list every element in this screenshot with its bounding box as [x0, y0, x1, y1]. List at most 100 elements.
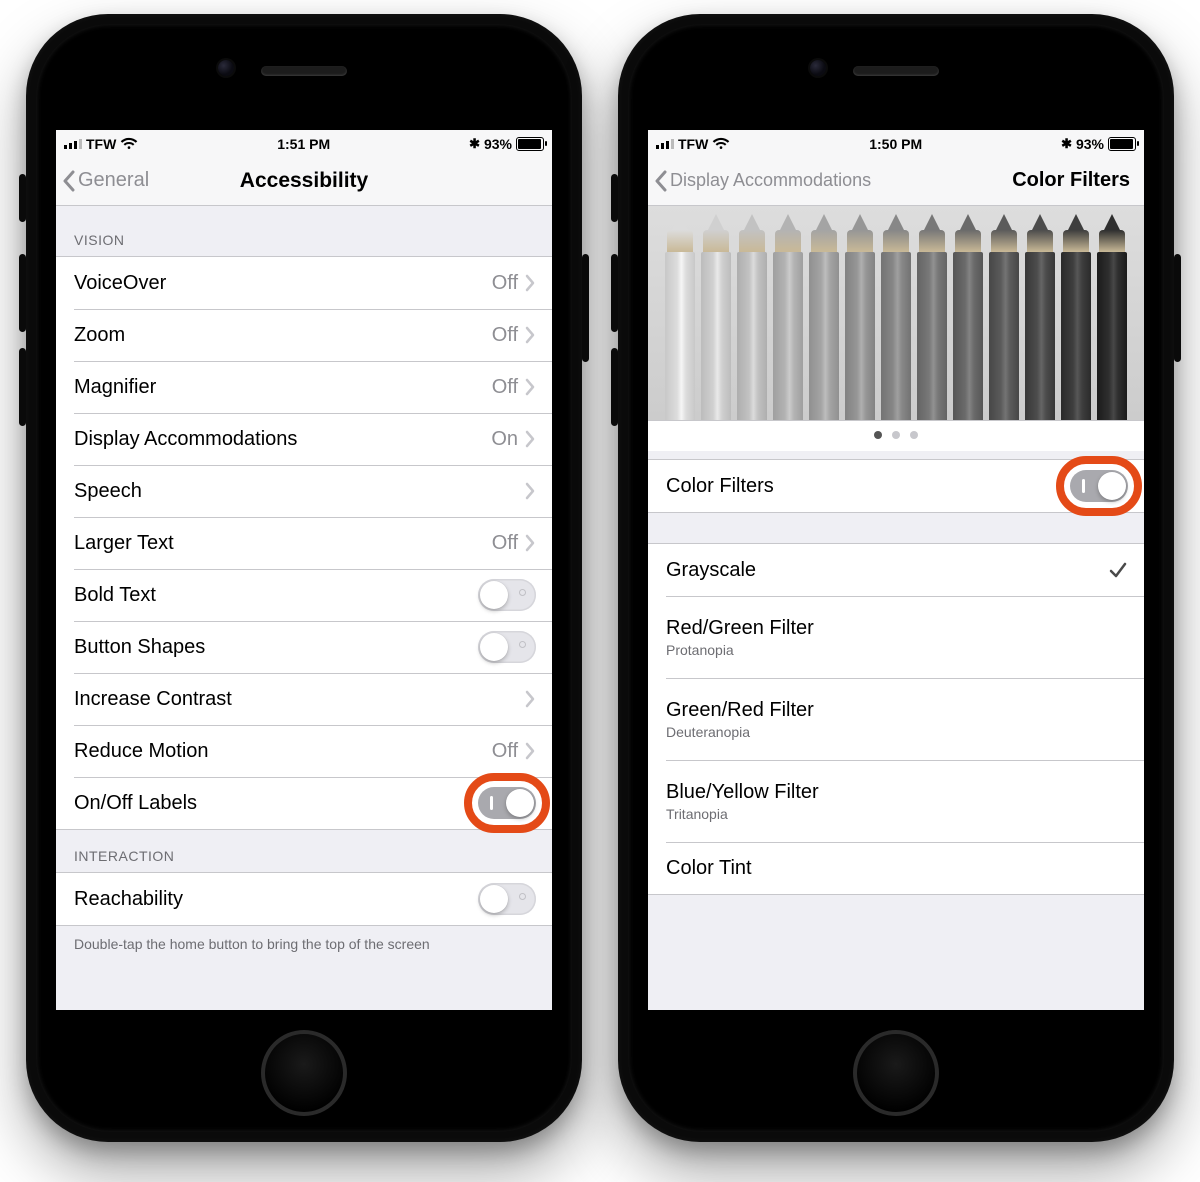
cell-signal-icon — [64, 139, 82, 149]
chevron-left-icon — [62, 170, 76, 192]
row-label: Increase Contrast — [74, 688, 524, 711]
list-row[interactable]: Increase Contrast — [56, 673, 552, 725]
wifi-icon — [712, 137, 730, 151]
pencil-icon — [915, 214, 949, 421]
bluetooth-icon: ✱ — [469, 136, 480, 152]
section-header-vision: VISION — [56, 206, 552, 256]
back-button[interactable]: Display Accommodations — [648, 170, 871, 192]
row-value: Off — [492, 272, 518, 295]
list-row[interactable]: Reduce MotionOff — [56, 725, 552, 777]
row-value: On — [491, 428, 518, 451]
back-button[interactable]: General — [56, 169, 149, 192]
pencils-preview[interactable] — [648, 206, 1144, 421]
list-vision: VoiceOverOffZoomOffMagnifierOffDisplay A… — [56, 256, 552, 830]
list-row[interactable]: VoiceOverOff — [56, 257, 552, 309]
power-button[interactable] — [1174, 254, 1181, 362]
toggle-switch[interactable] — [478, 883, 536, 915]
row-value: Off — [492, 376, 518, 399]
chevron-right-icon — [524, 690, 536, 708]
filter-option-row[interactable]: Blue/Yellow FilterTritanopia — [648, 760, 1144, 842]
filter-option-row[interactable]: Grayscale — [648, 544, 1144, 596]
pencil-icon — [843, 214, 877, 421]
list-row[interactable]: On/Off Labels — [56, 777, 552, 829]
row-value: Off — [492, 740, 518, 763]
wifi-icon — [120, 137, 138, 151]
chevron-right-icon — [524, 274, 536, 292]
filter-option-row[interactable]: Green/Red FilterDeuteranopia — [648, 678, 1144, 760]
list-row[interactable]: Reachability — [56, 873, 552, 925]
battery-icon — [516, 137, 544, 151]
volume-up-button[interactable] — [611, 254, 618, 332]
row-value: Off — [492, 324, 518, 347]
list-row[interactable]: MagnifierOff — [56, 361, 552, 413]
toggle-switch[interactable] — [478, 631, 536, 663]
pencil-icon — [735, 214, 769, 421]
row-label: Button Shapes — [74, 636, 478, 659]
row-sublabel: Tritanopia — [666, 806, 1128, 822]
screen-left: TFW 1:51 PM ✱ 93% General Accessibili — [56, 130, 552, 1010]
chevron-left-icon — [654, 170, 668, 192]
list-row[interactable]: Bold Text — [56, 569, 552, 621]
list-row[interactable]: Button Shapes — [56, 621, 552, 673]
volume-down-button[interactable] — [611, 348, 618, 426]
page-dot[interactable] — [892, 431, 900, 439]
pencil-icon — [987, 214, 1021, 421]
color-filters-toggle-group: Color Filters — [648, 459, 1144, 513]
section-header-interaction: INTERACTION — [56, 830, 552, 872]
row-label: On/Off Labels — [74, 792, 478, 815]
nav-bar: Display Accommodations Color Filters — [648, 156, 1144, 206]
filter-option-row[interactable]: Red/Green FilterProtanopia — [648, 596, 1144, 678]
list-row[interactable]: ZoomOff — [56, 309, 552, 361]
clock-label: 1:51 PM — [277, 136, 330, 152]
row-value: Off — [492, 532, 518, 555]
row-sublabel: Deuteranopia — [666, 724, 1128, 740]
earpiece-speaker-icon — [261, 66, 347, 76]
row-label: Color Tint — [666, 857, 1128, 880]
list-row[interactable]: Larger TextOff — [56, 517, 552, 569]
power-button[interactable] — [582, 254, 589, 362]
home-button[interactable] — [853, 1030, 939, 1116]
page-indicator[interactable] — [648, 421, 1144, 451]
carrier-label: TFW — [86, 136, 116, 152]
home-button[interactable] — [261, 1030, 347, 1116]
chevron-right-icon — [524, 378, 536, 396]
list-row[interactable]: Display AccommodationsOn — [56, 413, 552, 465]
back-label: Display Accommodations — [670, 170, 871, 191]
battery-icon — [1108, 137, 1136, 151]
status-bar: TFW 1:51 PM ✱ 93% — [56, 130, 552, 156]
row-label: Red/Green FilterProtanopia — [666, 617, 1128, 658]
page-dot[interactable] — [910, 431, 918, 439]
chevron-right-icon — [524, 430, 536, 448]
volume-up-button[interactable] — [19, 254, 26, 332]
mute-switch[interactable] — [19, 174, 26, 222]
volume-down-button[interactable] — [19, 348, 26, 426]
page-dot[interactable] — [874, 431, 882, 439]
phone-left: TFW 1:51 PM ✱ 93% General Accessibili — [26, 14, 582, 1142]
pencil-icon — [771, 214, 805, 421]
phone-right: TFW 1:50 PM ✱ 93% Display Accommodations — [618, 14, 1174, 1142]
back-label: General — [78, 169, 149, 192]
row-sublabel: Protanopia — [666, 642, 1128, 658]
list-row[interactable]: Speech — [56, 465, 552, 517]
pencil-icon — [951, 214, 985, 421]
pencil-icon — [1023, 214, 1057, 421]
row-label: Display Accommodations — [74, 428, 491, 451]
filter-option-row[interactable]: Color Tint — [648, 842, 1144, 894]
screen-right: TFW 1:50 PM ✱ 93% Display Accommodations — [648, 130, 1144, 1010]
color-filters-toggle-row[interactable]: Color Filters — [648, 460, 1144, 512]
pencil-icon — [663, 214, 697, 421]
front-camera-icon — [218, 60, 234, 76]
battery-pct-label: 93% — [1076, 136, 1104, 152]
cell-signal-icon — [656, 139, 674, 149]
color-filters-options: Grayscale Red/Green FilterProtanopia Green… — [648, 543, 1144, 895]
row-label: Larger Text — [74, 532, 492, 555]
row-label: Speech — [74, 480, 524, 503]
nav-bar: General Accessibility — [56, 156, 552, 206]
toggle-switch[interactable] — [478, 579, 536, 611]
front-camera-icon — [810, 60, 826, 76]
section-footer-interaction: Double-tap the home button to bring the … — [56, 926, 552, 962]
mute-switch[interactable] — [611, 174, 618, 222]
toggle-switch[interactable] — [478, 787, 536, 819]
carrier-label: TFW — [678, 136, 708, 152]
toggle-switch[interactable] — [1070, 470, 1128, 502]
